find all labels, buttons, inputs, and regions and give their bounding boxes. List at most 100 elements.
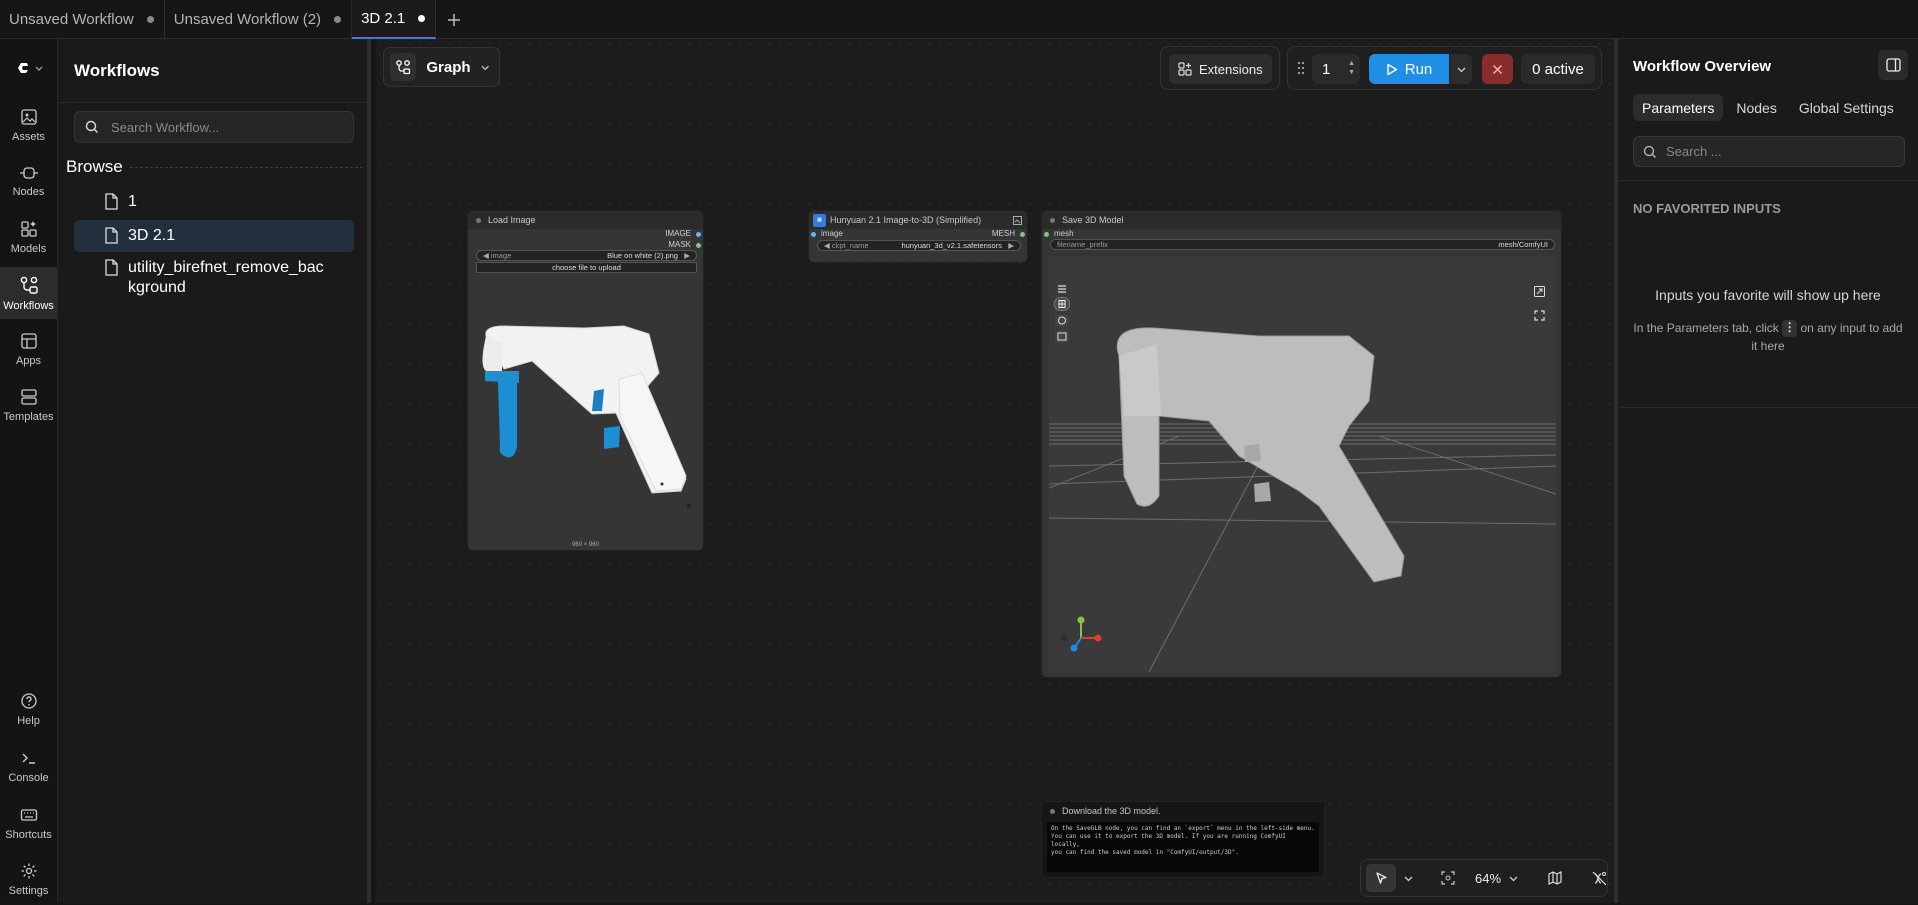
more-options-icon: ⋮ [1782, 320, 1798, 338]
background-image-icon[interactable] [1055, 330, 1069, 343]
pipette-preview-image [482, 325, 691, 508]
tab-unsaved-workflow[interactable]: Unsaved Workflow [0, 0, 165, 39]
widget-value: Blue on white (2).png [607, 251, 678, 260]
panel-right-icon [1885, 58, 1901, 72]
tab-label: 3D 2.1 [361, 10, 406, 27]
node-save-3d-model[interactable]: Save 3D Model mesh filename_prefix mesh/… [1041, 210, 1562, 678]
input-dot-mesh[interactable] [1044, 232, 1049, 237]
node-title[interactable]: Load Image [468, 211, 703, 229]
graph-canvas[interactable]: Graph Extensions 1 ▲ ▼ Run 0 active Load… [375, 39, 1614, 903]
comfy-logo-menu[interactable] [14, 59, 43, 77]
workflow-item-active[interactable]: 3D 2.1 [74, 220, 354, 252]
tab-unsaved-workflow-2[interactable]: Unsaved Workflow (2) [165, 0, 353, 39]
node-title[interactable]: Download the 3D model. [1042, 802, 1324, 820]
sidebar-item-workflows[interactable]: Workflows [0, 267, 57, 319]
collapse-dot-icon[interactable] [1050, 217, 1055, 223]
zoom-level[interactable]: 64% [1475, 871, 1501, 886]
sidebar-item-console[interactable]: Console [0, 740, 57, 792]
menu-icon[interactable] [1057, 284, 1067, 294]
sidebar-item-label: Workflows [3, 299, 54, 312]
widget-value: mesh/ComfyUI [1498, 240, 1548, 249]
sidebar-item-models[interactable]: Models [0, 211, 57, 263]
unsaved-dot-icon [146, 16, 154, 23]
sidebar-item-templates[interactable]: Templates [0, 379, 57, 431]
browse-heading: Browse [66, 157, 123, 176]
unsaved-dot-icon [418, 15, 426, 22]
viewer-side-menu [1053, 284, 1070, 350]
chevron-down-icon[interactable] [1509, 874, 1518, 883]
no-favorites-heading: NO FAVORITED INPUTS [1633, 201, 1781, 216]
output-dot-mesh[interactable] [1020, 232, 1025, 237]
sidebar-item-label: Shortcuts [5, 828, 52, 841]
node-load-image[interactable]: Load Image IMAGE MASK ◀ image Blue on wh… [467, 210, 704, 551]
terminal-icon [22, 753, 35, 764]
widget-label: filename_prefix [1057, 240, 1108, 249]
tab-nodes[interactable]: Nodes [1727, 94, 1785, 121]
sidebar-item-apps[interactable]: Apps [0, 323, 57, 375]
tab-bar: Unsaved Workflow Unsaved Workflow (2) 3D… [0, 0, 1918, 39]
tab-label: Unsaved Workflow (2) [173, 11, 322, 28]
tab-label: Unsaved Workflow [9, 11, 134, 28]
sidebar-item-label: Models [10, 242, 47, 255]
grid-toggle-icon[interactable] [1053, 297, 1070, 311]
3d-scene [1049, 327, 1556, 672]
node-title-label: Hunyuan 2.1 Image-to-3D (Simplified) [830, 215, 982, 225]
upload-button[interactable]: choose file to upload [476, 262, 697, 273]
tab-global-settings[interactable]: Global Settings [1790, 94, 1903, 121]
new-tab-button[interactable] [436, 0, 472, 39]
filename-prefix-widget[interactable]: filename_prefix mesh/ComfyUI [1050, 239, 1555, 250]
preview-output-icon[interactable] [1534, 286, 1545, 297]
workflow-item[interactable]: utility_birefnet_remove_background [74, 252, 354, 304]
node-title[interactable]: ▦ Hunyuan 2.1 Image-to-3D (Simplified) [809, 211, 1027, 229]
search-icon [1643, 145, 1656, 158]
unsaved-dot-icon [334, 16, 342, 23]
tab-3d-2-1[interactable]: 3D 2.1 [352, 0, 437, 39]
image-combo-widget[interactable]: ◀ image Blue on white (2).png ▶ [476, 250, 697, 261]
gear-icon [21, 863, 36, 878]
chevron-down-icon[interactable] [1404, 874, 1413, 883]
tab-parameters[interactable]: Parameters [1633, 94, 1724, 121]
workflow-search-input[interactable]: Search Workflow... [74, 111, 354, 143]
3d-viewer[interactable] [1049, 256, 1556, 672]
fit-view-icon[interactable] [1441, 871, 1455, 885]
widget-value: hunyuan_3d_v2.1.safetensors [901, 241, 1002, 250]
collapse-dot-icon[interactable] [1050, 808, 1055, 814]
sidebar-item-label: Console [8, 771, 49, 784]
fullscreen-icon[interactable] [1534, 310, 1545, 321]
preview-image-icon[interactable] [1013, 215, 1022, 225]
node-hunyuan-image-to-3d[interactable]: ▦ Hunyuan 2.1 Image-to-3D (Simplified) i… [808, 210, 1028, 263]
minimap-icon[interactable] [1548, 871, 1562, 885]
panel-tabs: Parameters Nodes Global Settings [1633, 94, 1903, 121]
ckpt-name-combo-widget[interactable]: ◀ ckpt_name hunyuan_3d_v2.1.safetensors … [817, 240, 1021, 251]
templates-icon [20, 388, 37, 405]
collapse-dot-icon[interactable] [476, 217, 481, 223]
sidebar-item-nodes[interactable]: Nodes [0, 155, 57, 207]
parameters-search-input[interactable]: Search ... [1633, 136, 1905, 167]
file-icon [105, 193, 118, 210]
palette-icon[interactable] [1055, 314, 1069, 327]
divider [58, 102, 367, 103]
models-icon [20, 220, 37, 237]
file-icon [105, 259, 118, 276]
node-note[interactable]: Download the 3D model. On the SaveGLB no… [1041, 801, 1325, 878]
search-placeholder: Search ... [1666, 144, 1722, 159]
node-title[interactable]: Save 3D Model [1042, 211, 1561, 229]
output-dot-image[interactable] [696, 232, 701, 237]
output-dot-mask[interactable] [696, 243, 701, 248]
sidebar-item-settings[interactable]: Settings [0, 853, 57, 905]
select-mode-button[interactable] [1366, 864, 1396, 892]
sidebar-item-label: Apps [15, 354, 42, 367]
note-textarea[interactable]: On the SaveGLB node, you can find an `ex… [1047, 822, 1319, 872]
sidebar-item-shortcuts[interactable]: Shortcuts [0, 797, 57, 849]
hide-links-icon[interactable] [1592, 871, 1607, 886]
input-dot-image[interactable] [811, 232, 816, 237]
hint-text-before: In the Parameters tab, click [1633, 321, 1779, 335]
sidebar-item-help[interactable]: Help [0, 683, 57, 735]
workflows-panel: Workflows Search Workflow... Browse 1 3D… [58, 39, 371, 903]
toggle-panel-button[interactable] [1878, 50, 1908, 80]
empty-state-title: Inputs you favorite will show up here [1655, 287, 1881, 303]
sidebar-item-assets[interactable]: Assets [0, 99, 57, 151]
plus-icon [448, 13, 461, 26]
workflow-item[interactable]: 1 [74, 186, 354, 218]
hunyuan-badge-icon: ▦ [813, 213, 826, 227]
